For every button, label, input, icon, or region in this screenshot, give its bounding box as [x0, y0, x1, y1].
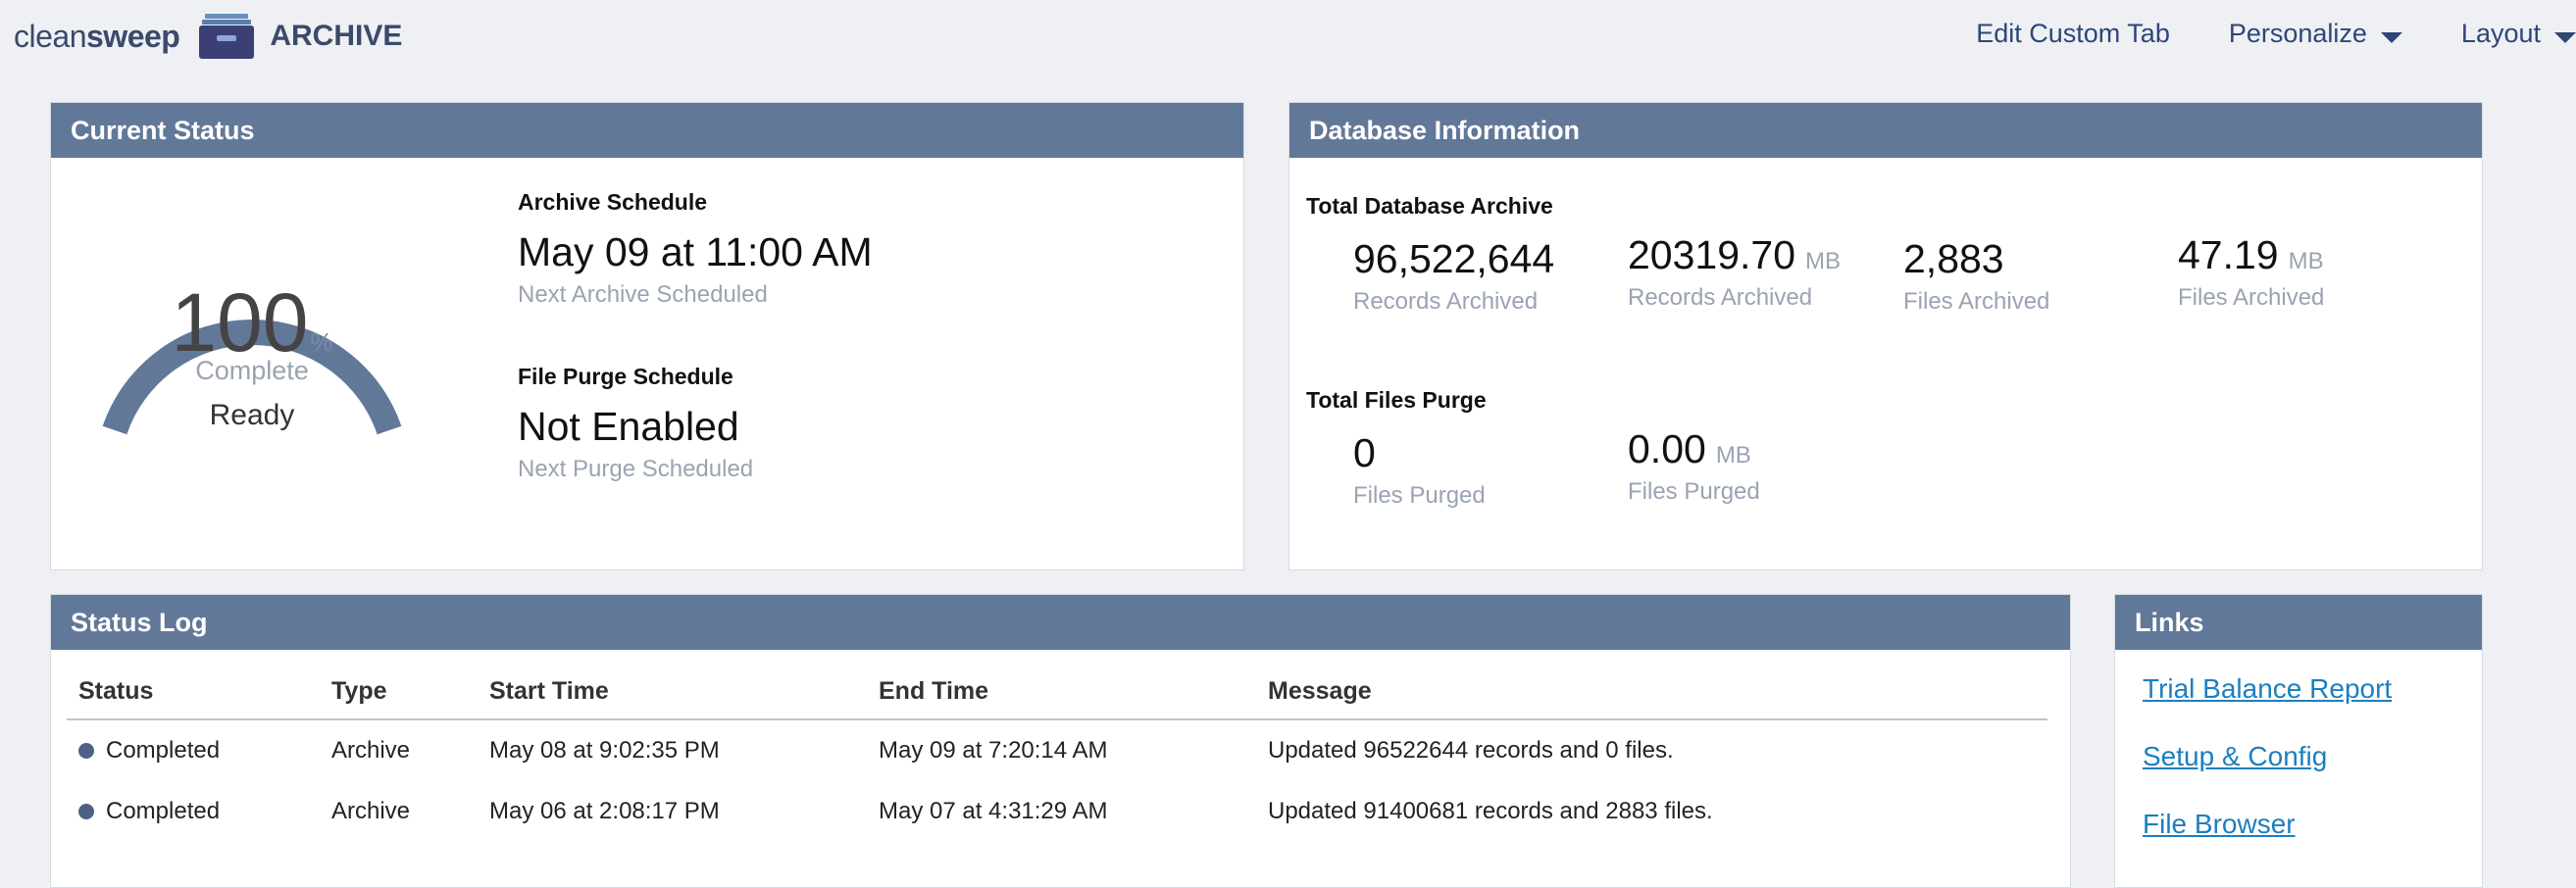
- edit-custom-tab-label: Edit Custom Tab: [1976, 18, 2170, 48]
- database-information-panel: Database Information Total Database Arch…: [1288, 102, 2483, 570]
- status-log-table: Status Type Start Time End Time Message …: [67, 664, 2047, 842]
- stat-records-size: 20319.70 MB Records Archived: [1628, 232, 1841, 312]
- stat-label: Records Archived: [1628, 284, 1813, 311]
- setup-config-link[interactable]: Setup & Config: [2143, 741, 2392, 772]
- layout-label: Layout: [2460, 18, 2541, 48]
- completion-gauge: 100% Complete Ready: [90, 197, 414, 452]
- column-header-end-time[interactable]: End Time: [879, 677, 1268, 706]
- links-list: Trial Balance Report Setup & Config File…: [2143, 673, 2392, 876]
- stat-value: 2,883: [1903, 236, 2004, 281]
- logo-text-archive: ARCHIVE: [270, 20, 403, 52]
- chevron-down-icon: [2554, 31, 2576, 43]
- app-logo[interactable]: clean sweep ARCHIVE: [14, 14, 402, 59]
- cell-end-time: May 07 at 4:31:29 AM: [879, 798, 1108, 824]
- archive-box-icon: [199, 14, 255, 59]
- archive-schedule-value: May 09 at 11:00 AM: [518, 229, 873, 274]
- stat-files-size: 47.19 MB Files Archived: [2178, 232, 2324, 312]
- archive-schedule-title: Archive Schedule: [518, 189, 708, 215]
- panel-title: Status Log: [51, 595, 2070, 650]
- stat-value: 47.19: [2178, 232, 2279, 277]
- panel-title: Links: [2115, 595, 2482, 650]
- logo-text-clean: clean: [14, 18, 87, 54]
- status-dot-icon: [78, 804, 94, 819]
- layout-menu[interactable]: Layout: [2461, 19, 2576, 49]
- status-log-panel: Status Log Status Type Start Time End Ti…: [50, 594, 2071, 888]
- table-row[interactable]: Completed Archive May 06 at 2:08:17 PM M…: [67, 781, 2047, 842]
- total-files-purge-title: Total Files Purge: [1306, 387, 1487, 413]
- stat-unit: MB: [2288, 248, 2324, 274]
- cell-type: Archive: [331, 798, 411, 824]
- stat-purged-size: 0.00 MB Files Purged: [1628, 426, 1760, 506]
- stat-value: 20319.70: [1628, 232, 1796, 277]
- stat-label: Files Archived: [2178, 284, 2325, 311]
- status-text: Completed: [106, 798, 221, 824]
- stat-value: 0: [1353, 430, 1376, 475]
- column-header-message[interactable]: Message: [1268, 677, 2047, 706]
- file-browser-link[interactable]: File Browser: [2143, 809, 2392, 840]
- cell-end-time: May 09 at 7:20:14 AM: [879, 737, 1108, 764]
- gauge-caption: Complete: [195, 356, 309, 385]
- cell-status: Completed: [67, 798, 331, 825]
- stat-unit: MB: [1715, 442, 1751, 469]
- stat-unit: MB: [1805, 248, 1842, 274]
- table-row[interactable]: Completed Archive May 08 at 9:02:35 PM M…: [67, 720, 2047, 781]
- status-dot-icon: [78, 743, 94, 759]
- stat-purged-count: 0 Files Purged: [1353, 430, 1486, 510]
- top-nav: Edit Custom Tab Personalize Layout: [1976, 14, 2576, 53]
- stat-label: Files Purged: [1628, 478, 1760, 505]
- column-header-status[interactable]: Status: [67, 677, 331, 706]
- cell-type: Archive: [331, 737, 411, 764]
- total-database-archive-title: Total Database Archive: [1306, 193, 1553, 219]
- cell-start-time: May 06 at 2:08:17 PM: [489, 798, 720, 824]
- panel-title: Current Status: [51, 103, 1243, 158]
- stat-label: Files Archived: [1903, 288, 2050, 315]
- cell-start-time: May 08 at 9:02:35 PM: [489, 737, 720, 764]
- status-text: Completed: [106, 737, 221, 764]
- panel-title: Database Information: [1289, 103, 2482, 158]
- gauge-state: Ready: [209, 399, 295, 431]
- purge-schedule-title: File Purge Schedule: [518, 364, 733, 389]
- table-header: Status Type Start Time End Time Message: [67, 664, 2047, 720]
- purge-schedule-value: Not Enabled: [518, 404, 739, 449]
- stat-label: Records Archived: [1353, 288, 1539, 315]
- personalize-label: Personalize: [2228, 18, 2367, 48]
- links-panel: Links Trial Balance Report Setup & Confi…: [2114, 594, 2483, 888]
- stat-records-count: 96,522,644 Records Archived: [1353, 236, 1554, 316]
- trial-balance-report-link[interactable]: Trial Balance Report: [2143, 673, 2392, 705]
- purge-schedule: File Purge Schedule Not Enabled Next Pur…: [518, 364, 753, 483]
- cell-message: Updated 96522644 records and 0 files.: [1268, 737, 1674, 764]
- stat-value: 96,522,644: [1353, 236, 1555, 281]
- stat-value: 0.00: [1628, 426, 1706, 471]
- archive-schedule: Archive Schedule May 09 at 11:00 AM Next…: [518, 189, 873, 309]
- stat-label: Files Purged: [1353, 482, 1486, 509]
- archive-schedule-sub: Next Archive Scheduled: [518, 281, 768, 308]
- cell-status: Completed: [67, 737, 331, 765]
- column-header-start-time[interactable]: Start Time: [489, 677, 879, 706]
- personalize-menu[interactable]: Personalize: [2229, 19, 2402, 49]
- top-bar: clean sweep ARCHIVE Edit Custom Tab Perso…: [0, 0, 2576, 74]
- chevron-down-icon: [2380, 31, 2402, 43]
- current-status-panel: Current Status 100% Complete Ready Archi…: [50, 102, 1244, 570]
- cell-message: Updated 91400681 records and 2883 files.: [1268, 798, 1713, 824]
- edit-custom-tab-link[interactable]: Edit Custom Tab: [1976, 19, 2170, 49]
- logo-text-sweep: sweep: [86, 18, 180, 54]
- purge-schedule-sub: Next Purge Scheduled: [518, 456, 754, 482]
- stat-files-count: 2,883 Files Archived: [1903, 236, 2049, 316]
- gauge-unit: %: [310, 327, 333, 357]
- gauge-number: 100: [171, 276, 309, 369]
- column-header-type[interactable]: Type: [331, 677, 489, 706]
